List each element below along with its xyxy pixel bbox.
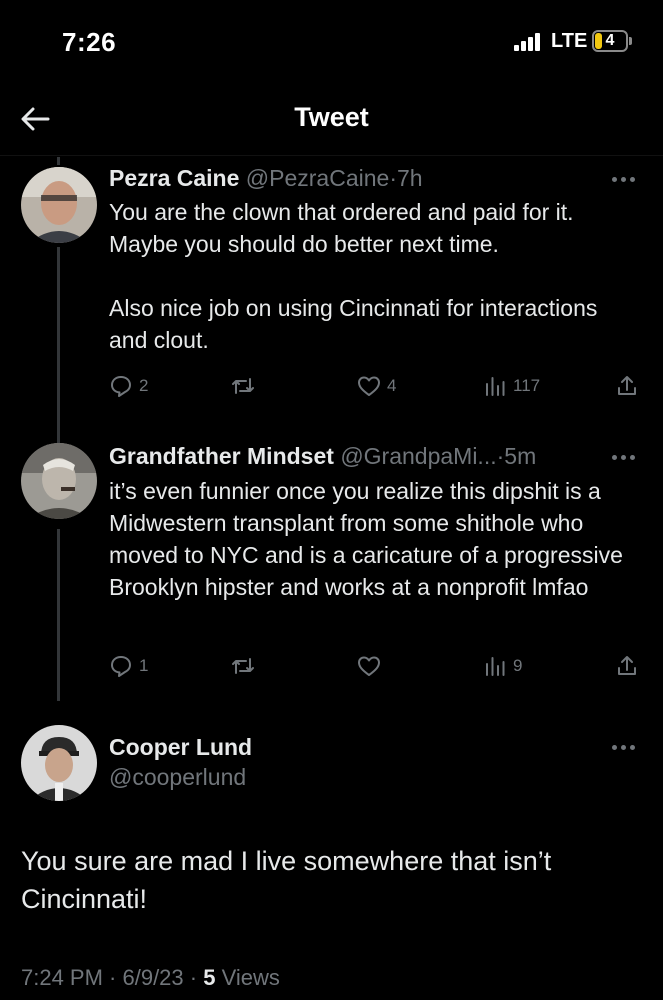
reply-button[interactable]: 1 xyxy=(109,651,148,681)
retweet-button[interactable] xyxy=(231,651,261,681)
heart-icon xyxy=(358,656,380,676)
status-bar: 7:26 LTE 4 xyxy=(0,0,663,80)
views-button[interactable]: 9 xyxy=(483,651,522,681)
battery-nub xyxy=(629,37,632,45)
more-options-icon[interactable] xyxy=(612,175,638,185)
signal-icon xyxy=(514,33,544,51)
separator-dot: · xyxy=(389,165,397,191)
retweet-icon xyxy=(232,378,254,394)
reply-count: 2 xyxy=(139,376,149,395)
main-tweet-author: Cooper Lund @cooperlund xyxy=(109,734,252,791)
views-icon xyxy=(486,657,505,676)
retweet-button[interactable] xyxy=(231,371,261,401)
main-tweet-text: You sure are mad I live somewhere that i… xyxy=(21,846,552,914)
more-options-icon[interactable] xyxy=(612,453,638,463)
tweet-timestamp[interactable]: 7:24 PM · 6/9/23 · xyxy=(21,965,203,990)
author-handle[interactable]: @PezraCaine xyxy=(246,165,390,191)
share-button[interactable] xyxy=(615,371,639,401)
avatar[interactable] xyxy=(21,167,97,243)
reply-icon xyxy=(111,656,131,677)
views-count: 9 xyxy=(513,656,523,675)
battery-icon: 4 xyxy=(592,30,628,52)
thread-connector xyxy=(57,247,60,443)
network-label: LTE xyxy=(551,30,588,52)
tweet-thread: Pezra Caine @PezraCaine·7h You are the c… xyxy=(0,157,663,1000)
author-name[interactable]: Cooper Lund xyxy=(109,734,252,761)
page-header: Tweet xyxy=(0,80,663,156)
reply-count: 1 xyxy=(139,656,149,675)
tweet-header: Grandfather Mindset @GrandpaMi...·5m xyxy=(109,443,536,470)
tweet-meta: 7:24 PM · 6/9/23 · 5 Views xyxy=(21,965,280,991)
avatar-image xyxy=(21,725,97,801)
page-title: Tweet xyxy=(294,102,369,132)
tweet-time[interactable]: 5m xyxy=(504,443,536,469)
like-button[interactable]: 4 xyxy=(357,371,396,401)
retweet-icon xyxy=(232,658,254,674)
status-time: 7:26 xyxy=(62,27,117,57)
tweet-actions: 1 9 xyxy=(109,651,639,681)
avatar[interactable] xyxy=(21,443,97,519)
views-count: 5 xyxy=(203,965,216,990)
share-icon xyxy=(618,656,636,675)
more-options-icon[interactable] xyxy=(612,743,638,753)
tweet-header: Pezra Caine @PezraCaine·7h xyxy=(109,165,423,192)
views-button[interactable]: 117 xyxy=(483,371,540,401)
share-button[interactable] xyxy=(615,651,639,681)
author-name[interactable]: Grandfather Mindset xyxy=(109,443,334,469)
author-handle[interactable]: @GrandpaMi... xyxy=(340,443,496,469)
thread-connector xyxy=(57,529,60,701)
views-count: 117 xyxy=(513,376,541,395)
like-count: 4 xyxy=(387,376,397,395)
tweet-time[interactable]: 7h xyxy=(397,165,423,191)
avatar-image xyxy=(21,443,97,519)
avatar[interactable] xyxy=(21,725,97,801)
views-icon xyxy=(486,377,505,396)
avatar-image xyxy=(21,167,97,243)
thread-connector xyxy=(57,157,60,165)
views-label: Views xyxy=(221,965,280,990)
tweet-text: it’s even funnier once you realize this … xyxy=(109,478,630,600)
share-icon xyxy=(618,376,636,395)
tweet-actions: 2 4 117 xyxy=(109,371,639,401)
battery-percent: 4 xyxy=(605,32,615,49)
reply-button[interactable]: 2 xyxy=(109,371,148,401)
like-button[interactable] xyxy=(357,651,387,681)
reply-icon xyxy=(111,376,131,397)
author-handle[interactable]: @cooperlund xyxy=(109,764,252,791)
tweet-text: You are the clown that ordered and paid … xyxy=(109,199,598,353)
author-name[interactable]: Pezra Caine xyxy=(109,165,239,191)
heart-icon xyxy=(358,376,380,396)
